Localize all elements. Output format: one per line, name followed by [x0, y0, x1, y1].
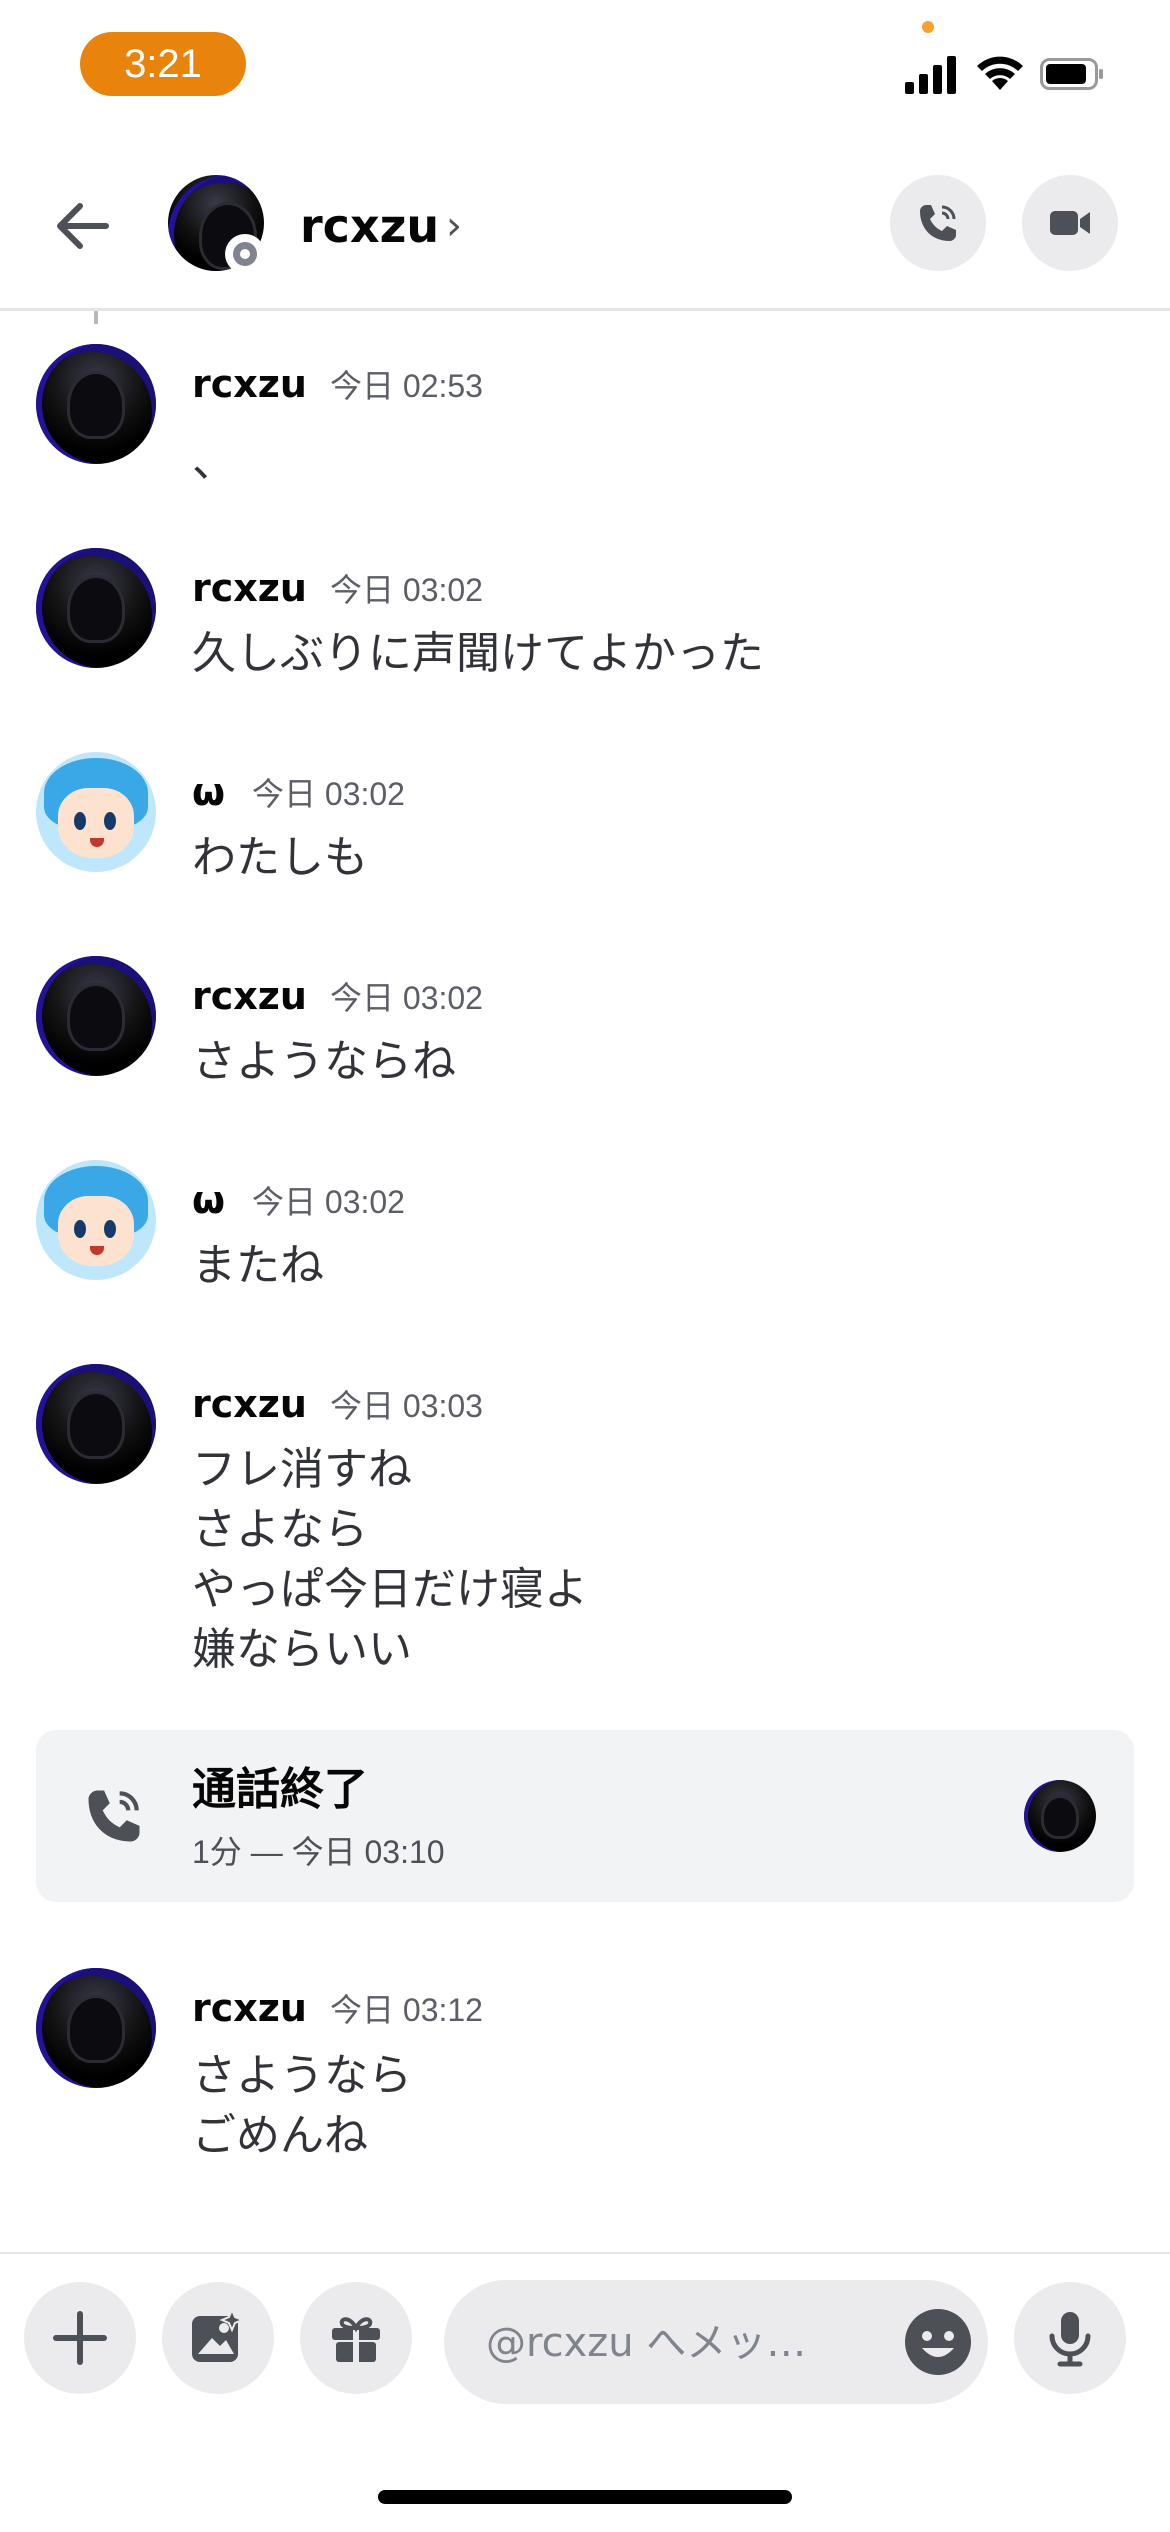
message-text: わたしも	[192, 832, 368, 883]
message-author[interactable]: rcxzu	[192, 360, 307, 408]
voice-message-button[interactable]	[1014, 2282, 1126, 2394]
plus-icon	[53, 2311, 107, 2365]
gift-button[interactable]	[300, 2282, 412, 2394]
message-avatar[interactable]	[36, 1160, 156, 1280]
voice-call-button[interactable]	[890, 175, 986, 271]
message-avatar[interactable]	[36, 548, 156, 668]
message-author[interactable]: rcxzu	[192, 1380, 307, 1428]
message-text: さようならね	[192, 1036, 456, 1087]
message-author[interactable]: rcxzu	[192, 564, 307, 612]
emoji-icon[interactable]	[902, 2306, 974, 2378]
cellular-signal-icon	[905, 54, 957, 94]
battery-icon	[1040, 58, 1103, 90]
message-timestamp: 今日 03:03	[330, 1388, 483, 1424]
message-text: 、	[192, 436, 236, 487]
home-indicator[interactable]	[378, 2490, 792, 2504]
message-text: 久しぶりに声聞けてよかった	[192, 628, 764, 679]
image-icon	[192, 2308, 245, 2362]
back-arrow-icon[interactable]	[52, 196, 112, 256]
video-camera-icon	[1050, 211, 1090, 235]
chevron-right-icon[interactable]: ›	[446, 198, 462, 254]
phone-icon	[88, 1790, 140, 1842]
call-ended-title: 通話終了	[192, 1764, 368, 1815]
message-avatar[interactable]	[36, 344, 156, 464]
message-text: さよなら	[192, 1504, 368, 1555]
add-attachment-button[interactable]	[24, 2282, 136, 2394]
message-text: フレ消すね	[192, 1444, 412, 1495]
message-input-container[interactable]	[444, 2280, 988, 2404]
call-ended-card[interactable]: 通話終了 1分 — 今日 03:10	[36, 1730, 1134, 1902]
message-author[interactable]: ω	[192, 768, 225, 816]
message-timestamp: 今日 03:02	[252, 1184, 405, 1220]
message-author[interactable]: rcxzu	[192, 1984, 307, 2032]
video-call-button[interactable]	[1022, 175, 1118, 271]
microphone-icon	[1049, 2312, 1091, 2367]
message-avatar[interactable]	[36, 1968, 156, 2088]
status-time: 3:21	[80, 32, 246, 96]
call-participant-avatar	[1024, 1780, 1096, 1852]
dm-recipient-name[interactable]: rcxzu	[300, 196, 439, 256]
scroll-marker	[94, 311, 98, 324]
message-timestamp: 今日 03:02	[252, 776, 405, 812]
message-avatar[interactable]	[36, 1364, 156, 1484]
message-timestamp: 今日 02:53	[330, 368, 483, 404]
message-avatar[interactable]	[36, 752, 156, 872]
message-timestamp: 今日 03:02	[330, 572, 483, 608]
message-avatar[interactable]	[36, 956, 156, 1076]
composer-divider	[0, 2252, 1170, 2254]
gift-icon	[332, 2317, 380, 2362]
message-text: 嫌ならいい	[192, 1624, 412, 1675]
message-timestamp: 今日 03:02	[330, 980, 483, 1016]
message-text: またね	[192, 1240, 324, 1291]
message-text: さようなら	[192, 2050, 412, 2101]
message-input[interactable]	[484, 2308, 848, 2378]
privacy-indicator-dot	[922, 21, 934, 33]
message-author[interactable]: rcxzu	[192, 972, 307, 1020]
image-picker-button[interactable]	[162, 2282, 274, 2394]
offline-status-indicator	[225, 234, 265, 274]
call-ended-meta: 1分 — 今日 03:10	[192, 1834, 445, 1870]
message-timestamp: 今日 03:12	[330, 1992, 483, 2028]
phone-icon	[920, 205, 956, 241]
message-text: ごめんね	[192, 2110, 368, 2161]
message-author[interactable]: ω	[192, 1176, 225, 1224]
message-text: やっぱ今日だけ寝よ	[192, 1564, 588, 1615]
wifi-icon	[977, 56, 1023, 90]
header-divider	[0, 308, 1170, 311]
